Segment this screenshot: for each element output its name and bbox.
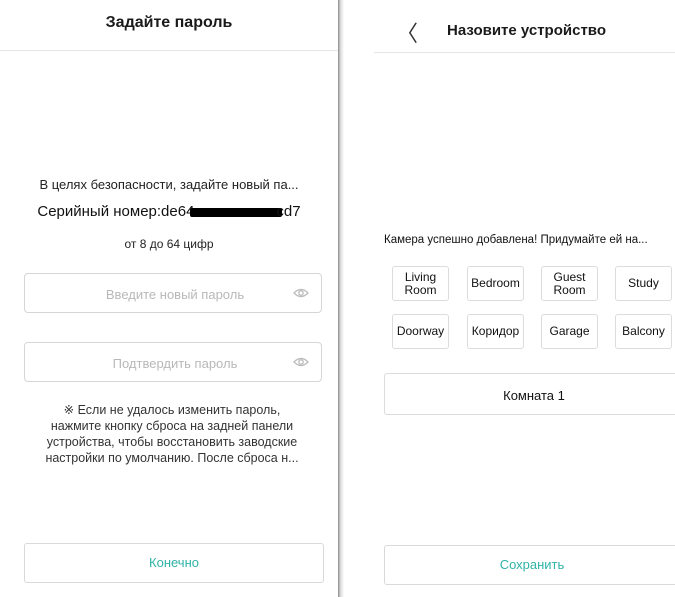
set-password-screen: Задайте пароль В целях безопасности, зад… (0, 0, 338, 597)
header-bar: Задайте пароль (0, 0, 338, 51)
serial-suffix: cd7 (276, 203, 301, 220)
room-tag-balcony[interactable]: Balcony (615, 314, 672, 349)
password-length-hint: от 8 до 64 цифр (124, 237, 214, 251)
room-tag-study[interactable]: Study (615, 266, 672, 301)
note-line: настройки по умолчанию. После сброса н..… (45, 451, 299, 465)
room-tag-bedroom[interactable]: Bedroom (467, 266, 524, 301)
eye-icon[interactable] (293, 286, 309, 300)
note-line: устройства, чтобы восстановить заводские (46, 435, 298, 449)
header-bar: 〈 Назовите устройство (374, 0, 675, 53)
serial-number: Серийный номер:de64 cd7 (0, 203, 338, 220)
reset-note: ※ Если не удалось изменить пароль, нажми… (22, 402, 322, 466)
device-name-input[interactable] (385, 374, 675, 416)
note-line: ※ Если не удалось изменить пароль, (63, 403, 281, 417)
new-password-field[interactable] (24, 273, 325, 314)
room-tag-corridor[interactable]: Коридор (467, 314, 524, 349)
room-tag-living-room[interactable]: Living Room (392, 266, 449, 301)
confirm-password-field[interactable] (24, 342, 325, 383)
confirm-password-input[interactable] (25, 343, 325, 383)
page-title: Задайте пароль (105, 14, 233, 31)
serial-prefix: Серийный номер:de64 (37, 203, 195, 220)
security-info-text: В целях безопасности, задайте новый па..… (39, 177, 299, 192)
page-title: Назовите устройство (447, 22, 606, 39)
redaction-bar (190, 207, 283, 217)
name-device-screen: 〈 Назовите устройство Камера успешно доб… (344, 0, 675, 597)
device-name-field[interactable] (384, 373, 675, 416)
room-tag-garage[interactable]: Garage (541, 314, 598, 349)
ok-button[interactable]: Конечно (24, 543, 324, 583)
camera-added-text: Камера успешно добавлена! Придумайте ей … (384, 234, 648, 246)
new-password-input[interactable] (25, 274, 325, 314)
save-button[interactable]: Сохранить (384, 545, 675, 585)
eye-icon[interactable] (293, 355, 309, 369)
room-tag-doorway[interactable]: Doorway (392, 314, 449, 349)
room-tag-guest-room[interactable]: Guest Room (541, 266, 598, 301)
note-line: нажмите кнопку сброса на задней панели (50, 419, 294, 433)
